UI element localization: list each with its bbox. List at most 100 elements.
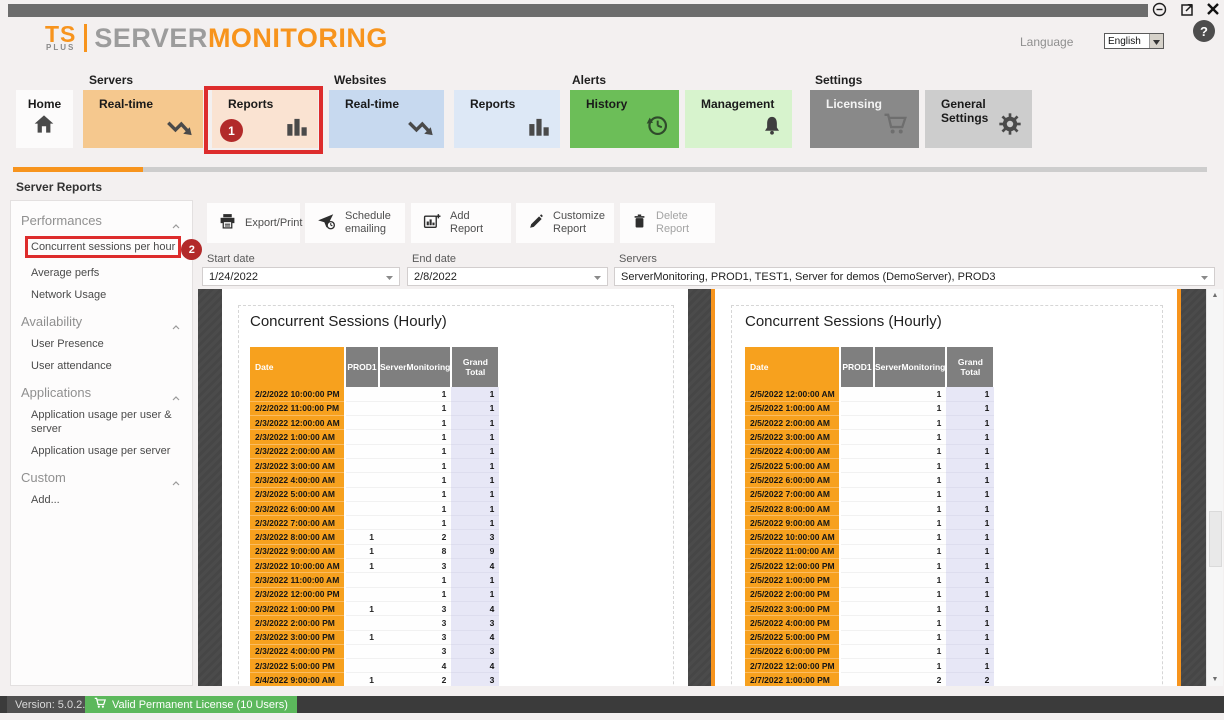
logo-plus: PLUS [46, 44, 75, 52]
report-cell: 2/3/2022 4:00:00 AM [250, 473, 345, 487]
add-report-button[interactable]: Add Report [411, 203, 511, 243]
tab-settings-general[interactable]: General Settings [925, 90, 1032, 148]
report-cell: 1 [451, 416, 499, 430]
start-date-select[interactable]: 1/24/2022 [202, 267, 400, 286]
report-cell: 2/5/2022 7:00:00 AM [745, 487, 840, 501]
sidebar-item-user-presence[interactable]: User Presence [31, 337, 186, 351]
report-cell: 2/5/2022 1:00:00 PM [745, 573, 840, 587]
report-cell: 1 [345, 530, 379, 544]
report-cell: 1 [946, 416, 994, 430]
report-cell [840, 516, 874, 530]
report-cell [345, 487, 379, 501]
tab-settings-licensing[interactable]: Licensing [810, 90, 919, 148]
sidebar-section-performances[interactable]: Performances [21, 213, 182, 228]
report-cell [840, 601, 874, 615]
close-button[interactable] [1204, 1, 1222, 17]
help-button[interactable]: ? [1193, 20, 1215, 42]
report-cell: 1 [946, 544, 994, 558]
report-cell: 2/3/2022 3:00:00 PM [250, 630, 345, 644]
scroll-down-icon[interactable]: ▼ [1207, 676, 1223, 683]
report-cell: 2/3/2022 12:00:00 PM [250, 587, 345, 601]
report-cell: 2 [379, 530, 451, 544]
report-cell: 2/3/2022 4:00:00 PM [250, 644, 345, 658]
report-row: 2/5/2022 2:00:00 AM11 [745, 416, 994, 430]
report-row: 2/5/2022 12:00:00 PM11 [745, 559, 994, 573]
report-cell [840, 673, 874, 686]
page-divider-rule [1177, 289, 1181, 686]
report-cell: 2/3/2022 1:00:00 PM [250, 601, 345, 615]
window-titlebar[interactable] [8, 4, 1148, 17]
logo-monitoring: MONITORING [208, 24, 388, 52]
report-cell: 1 [946, 458, 994, 472]
export-print-button[interactable]: Export/Print [207, 203, 300, 243]
end-date-select[interactable]: 2/8/2022 [407, 267, 608, 286]
report-row: 2/3/2022 2:00:00 AM11 [250, 444, 499, 458]
report-cell: 8 [379, 544, 451, 558]
report-cell: 2/3/2022 11:00:00 AM [250, 573, 345, 587]
minimize-icon [1152, 2, 1167, 17]
report-cell: 1 [946, 444, 994, 458]
tab-alerts-management[interactable]: Management [685, 90, 792, 148]
sidebar-item-network-usage[interactable]: Network Usage [31, 288, 186, 302]
tab-websites-realtime[interactable]: Real-time [329, 90, 444, 148]
sidebar-section-label: Custom [21, 470, 66, 485]
report-cell: 1 [874, 487, 946, 501]
report-cell: 2/3/2022 9:00:00 AM [250, 544, 345, 558]
report-cell: 1 [874, 444, 946, 458]
tab-servers-realtime[interactable]: Real-time [83, 90, 203, 148]
loading-progress-bar [13, 167, 1207, 172]
report-row: 2/3/2022 12:00:00 PM11 [250, 587, 499, 601]
bar-chart-icon [528, 116, 550, 141]
sidebar-section-availability[interactable]: Availability [21, 314, 182, 329]
report-column-header: PROD1 [345, 347, 379, 387]
customize-report-button[interactable]: Customize Report [516, 203, 614, 243]
report-cell [840, 416, 874, 430]
sidebar-item-concurrent-sessions[interactable]: Concurrent sessions per hour 2 [31, 236, 186, 258]
tab-websites-reports[interactable]: Reports [454, 90, 560, 148]
tab-alerts-history[interactable]: History [570, 90, 679, 148]
report-cell [345, 573, 379, 587]
report-row: 2/3/2022 3:00:00 PM134 [250, 630, 499, 644]
chevron-up-icon [172, 474, 180, 489]
tab-label: Management [701, 97, 774, 111]
sidebar-item-app-usage-user-server[interactable]: Application usage per user & server [31, 408, 186, 436]
report-cell: 2/3/2022 6:00:00 AM [250, 501, 345, 515]
report-cell [840, 630, 874, 644]
report-cell [345, 387, 379, 401]
tab-home[interactable]: Home [16, 90, 73, 148]
cart-icon [94, 697, 107, 712]
sidebar-section-custom[interactable]: Custom [21, 470, 182, 485]
report-cell: 2/3/2022 2:00:00 AM [250, 444, 345, 458]
restore-button[interactable] [1178, 1, 1196, 17]
sidebar-item-user-attendance[interactable]: User attendance [31, 359, 186, 373]
report-cell: 1 [946, 616, 994, 630]
language-dropdown-button[interactable] [1149, 34, 1163, 48]
language-select[interactable]: English [1104, 33, 1164, 49]
report-cell: 2/5/2022 12:00:00 PM [745, 559, 840, 573]
logo-server: SERVER [94, 24, 208, 52]
sidebar-item-label: User attendance [31, 360, 112, 372]
sidebar-section-applications[interactable]: Applications [21, 385, 182, 400]
servers-filter-select[interactable]: ServerMonitoring, PROD1, TEST1, Server f… [614, 267, 1215, 286]
report-row: 2/5/2022 12:00:00 AM11 [745, 387, 994, 401]
report-row: 2/3/2022 1:00:00 AM11 [250, 430, 499, 444]
sidebar-item-average-perfs[interactable]: Average perfs [31, 266, 186, 280]
report-cell: 4 [451, 630, 499, 644]
report-row: 2/3/2022 9:00:00 AM189 [250, 544, 499, 558]
scroll-up-icon[interactable]: ▲ [1207, 292, 1223, 299]
sidebar-item-app-usage-server[interactable]: Application usage per server [31, 444, 186, 458]
server-monitoring-window: TS PLUS SERVER MONITORING Language Engli… [0, 0, 1224, 720]
schedule-emailing-button[interactable]: Schedule emailing [305, 203, 405, 243]
vertical-scrollbar[interactable]: ▲ ▼ [1206, 289, 1223, 686]
report-cell: 2/4/2022 9:00:00 AM [250, 673, 345, 686]
logo-ts: TS [45, 24, 76, 44]
minimize-button[interactable] [1150, 1, 1168, 17]
report-column-header: Grand Total [451, 347, 499, 387]
sidebar-item-add-custom[interactable]: Add... [31, 493, 186, 507]
delete-report-button[interactable]: Delete Report [620, 203, 715, 243]
report-row: 2/5/2022 5:00:00 AM11 [745, 458, 994, 472]
report-row: 2/3/2022 1:00:00 PM134 [250, 601, 499, 615]
report-cell [345, 587, 379, 601]
report-cell: 1 [379, 587, 451, 601]
scrollbar-thumb[interactable] [1209, 511, 1222, 567]
